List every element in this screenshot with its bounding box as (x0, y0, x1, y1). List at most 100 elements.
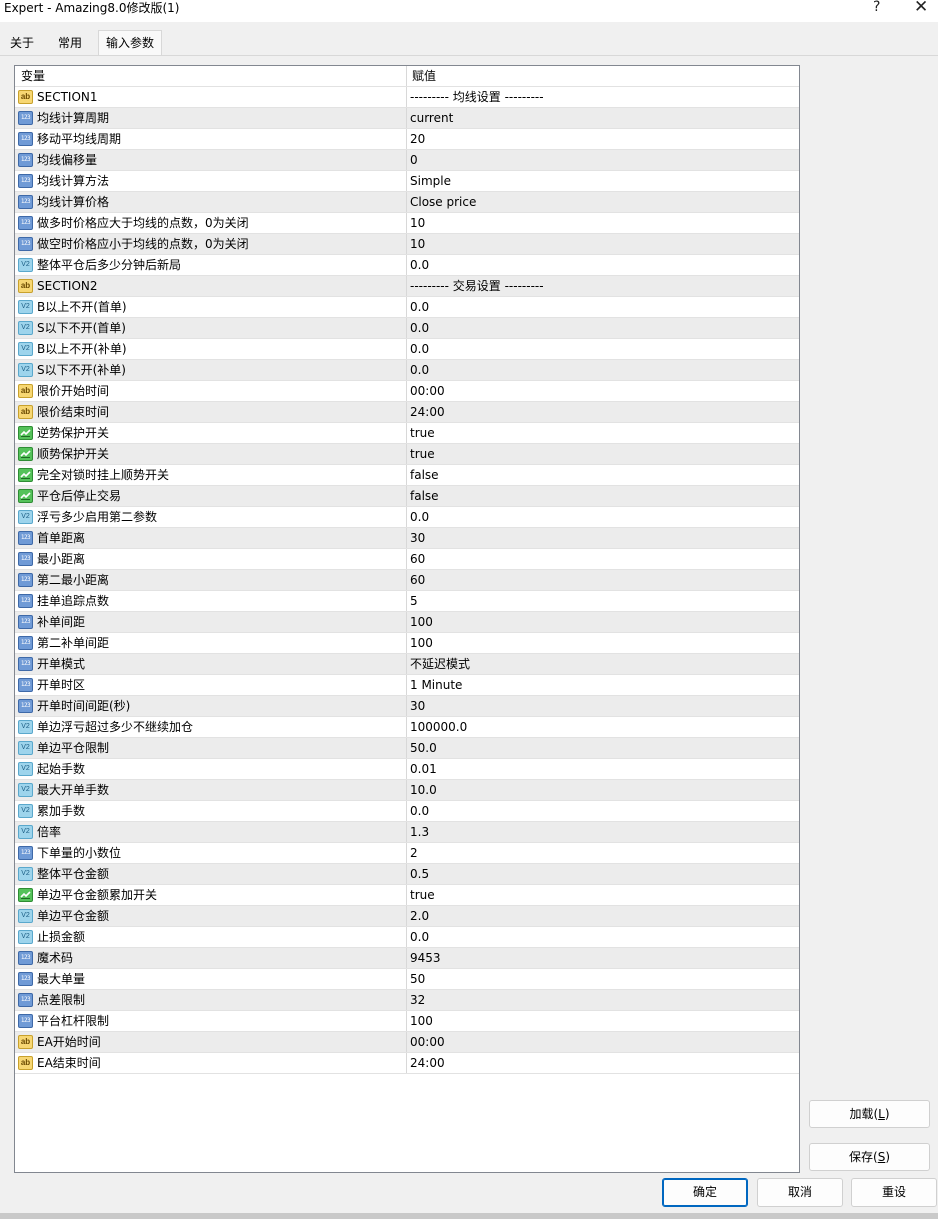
parameter-value[interactable]: 30 (410, 528, 425, 548)
reset-button[interactable]: 重设 (851, 1178, 937, 1207)
table-row[interactable]: V2 B以上不开(补单) 0.0 (15, 339, 799, 360)
parameter-value[interactable]: 0.0 (410, 927, 429, 947)
parameter-value-cell[interactable]: 50.0 (408, 738, 798, 758)
parameter-value[interactable]: --------- 交易设置 --------- (410, 276, 544, 296)
parameter-value-cell[interactable]: 10 (408, 213, 798, 233)
parameter-value-cell[interactable]: 0.0 (408, 927, 798, 947)
parameter-value-cell[interactable]: 100000.0 (408, 717, 798, 737)
parameter-value[interactable]: true (410, 423, 435, 443)
parameter-value[interactable]: 0 (410, 150, 418, 170)
parameter-value-cell[interactable]: 1.3 (408, 822, 798, 842)
table-row[interactable]: V2 整体平仓金额 0.5 (15, 864, 799, 885)
parameter-value[interactable]: 24:00 (410, 402, 445, 422)
table-row[interactable]: 123 均线计算价格 Close price (15, 192, 799, 213)
table-row[interactable]: ab EA结束时间 24:00 (15, 1053, 799, 1074)
parameter-value-cell[interactable]: false (408, 486, 798, 506)
table-row[interactable]: 完全对锁时挂上顺势开关 false (15, 465, 799, 486)
parameter-value-cell[interactable]: Close price (408, 192, 798, 212)
parameter-value[interactable]: 100000.0 (410, 717, 467, 737)
parameter-value[interactable]: 9453 (410, 948, 441, 968)
parameter-value-cell[interactable]: 0.01 (408, 759, 798, 779)
cancel-button[interactable]: 取消 (757, 1178, 843, 1207)
table-row[interactable]: V2 整体平仓后多少分钟后新局 0.0 (15, 255, 799, 276)
table-row[interactable]: 逆势保护开关 true (15, 423, 799, 444)
parameter-value-cell[interactable]: 1 Minute (408, 675, 798, 695)
parameter-value-cell[interactable]: 00:00 (408, 381, 798, 401)
parameter-value-cell[interactable]: 50 (408, 969, 798, 989)
parameter-value-cell[interactable]: 30 (408, 696, 798, 716)
parameter-value[interactable]: 00:00 (410, 1032, 445, 1052)
parameter-value[interactable]: 50 (410, 969, 425, 989)
parameter-value-cell[interactable]: 0.0 (408, 297, 798, 317)
table-row[interactable]: 123 开单时区 1 Minute (15, 675, 799, 696)
table-row[interactable]: 平仓后停止交易 false (15, 486, 799, 507)
parameter-value-cell[interactable]: 24:00 (408, 1053, 798, 1073)
tab-common[interactable]: 常用 (50, 33, 90, 55)
parameter-value[interactable]: 10 (410, 234, 425, 254)
parameter-value[interactable]: 2.0 (410, 906, 429, 926)
parameter-value-cell[interactable]: 10.0 (408, 780, 798, 800)
table-row[interactable]: V2 B以上不开(首单) 0.0 (15, 297, 799, 318)
parameter-value[interactable]: 00:00 (410, 381, 445, 401)
parameter-value[interactable]: 100 (410, 633, 433, 653)
parameter-value[interactable]: 0.0 (410, 318, 429, 338)
parameter-value[interactable]: true (410, 444, 435, 464)
load-button[interactable]: 加载(L) (809, 1100, 930, 1128)
parameter-value-cell[interactable]: 30 (408, 528, 798, 548)
parameter-value[interactable]: 0.0 (410, 801, 429, 821)
table-row[interactable]: ab 限价结束时间 24:00 (15, 402, 799, 423)
parameter-value[interactable]: 24:00 (410, 1053, 445, 1073)
tab-input-parameters[interactable]: 输入参数 (98, 30, 162, 56)
parameter-value[interactable]: 100 (410, 612, 433, 632)
parameter-value-cell[interactable]: 0.0 (408, 507, 798, 527)
parameter-value-cell[interactable]: 0.0 (408, 318, 798, 338)
parameter-value-cell[interactable]: 60 (408, 570, 798, 590)
table-row[interactable]: 123 移动平均线周期 20 (15, 129, 799, 150)
parameter-value[interactable]: 0.5 (410, 864, 429, 884)
parameter-value[interactable]: 1 Minute (410, 675, 462, 695)
parameter-value-cell[interactable]: true (408, 885, 798, 905)
parameter-value[interactable]: 30 (410, 696, 425, 716)
parameter-value-cell[interactable]: true (408, 444, 798, 464)
table-row[interactable]: V2 单边浮亏超过多少不继续加仓 100000.0 (15, 717, 799, 738)
parameter-value-cell[interactable]: 2 (408, 843, 798, 863)
parameter-value-cell[interactable]: 32 (408, 990, 798, 1010)
parameter-value-cell[interactable]: 100 (408, 1011, 798, 1031)
table-row[interactable]: 123 开单时间间距(秒) 30 (15, 696, 799, 717)
table-row[interactable]: 123 挂单追踪点数 5 (15, 591, 799, 612)
table-row[interactable]: V2 倍率 1.3 (15, 822, 799, 843)
parameter-value-cell[interactable]: true (408, 423, 798, 443)
table-row[interactable]: 123 首单距离 30 (15, 528, 799, 549)
parameter-value[interactable]: 不延迟模式 (410, 654, 470, 674)
parameter-value[interactable]: Simple (410, 171, 451, 191)
parameter-value[interactable]: 2 (410, 843, 418, 863)
parameter-value[interactable]: 1.3 (410, 822, 429, 842)
table-row[interactable]: ab EA开始时间 00:00 (15, 1032, 799, 1053)
parameter-value[interactable]: current (410, 108, 453, 128)
table-row[interactable]: 123 均线计算方法 Simple (15, 171, 799, 192)
parameter-value[interactable]: 5 (410, 591, 418, 611)
parameter-value-cell[interactable]: 10 (408, 234, 798, 254)
table-row[interactable]: V2 累加手数 0.0 (15, 801, 799, 822)
parameter-value-cell[interactable]: 0.0 (408, 360, 798, 380)
table-row[interactable]: V2 起始手数 0.01 (15, 759, 799, 780)
parameters-grid[interactable]: 变量 赋值 ab SECTION1 --------- 均线设置 ---------… (14, 65, 800, 1173)
table-row[interactable]: V2 浮亏多少启用第二参数 0.0 (15, 507, 799, 528)
table-row[interactable]: 123 做空时价格应小于均线的点数，0为关闭 10 (15, 234, 799, 255)
parameter-value-cell[interactable]: --------- 均线设置 --------- (408, 87, 798, 107)
parameter-value-cell[interactable]: 24:00 (408, 402, 798, 422)
table-row[interactable]: 123 点差限制 32 (15, 990, 799, 1011)
parameter-value[interactable]: --------- 均线设置 --------- (410, 87, 544, 107)
table-row[interactable]: 123 第二补单间距 100 (15, 633, 799, 654)
parameter-value-cell[interactable]: 60 (408, 549, 798, 569)
table-row[interactable]: ab SECTION1 --------- 均线设置 --------- (15, 87, 799, 108)
column-header-value[interactable]: 赋值 (408, 66, 798, 86)
parameter-value-cell[interactable]: 100 (408, 633, 798, 653)
table-row[interactable]: 123 均线偏移量 0 (15, 150, 799, 171)
parameter-value[interactable]: 32 (410, 990, 425, 1010)
parameter-value[interactable]: Close price (410, 192, 476, 212)
parameter-value[interactable]: 100 (410, 1011, 433, 1031)
parameter-value-cell[interactable]: 00:00 (408, 1032, 798, 1052)
parameter-value-cell[interactable]: 0.0 (408, 801, 798, 821)
ok-button[interactable]: 确定 (662, 1178, 748, 1207)
